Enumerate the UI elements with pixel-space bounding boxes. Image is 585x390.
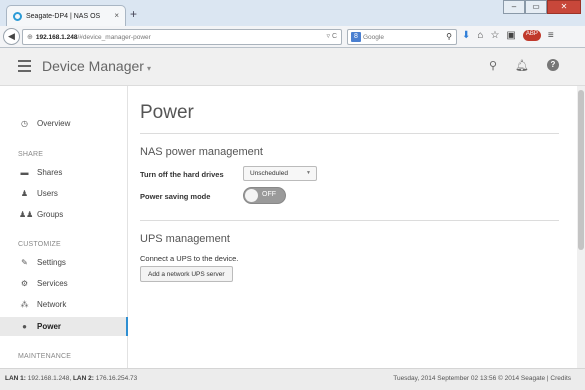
- lan-info: LAN 1: 192.168.1.248, LAN 2: 176.16.254.…: [5, 375, 137, 382]
- sidebar-item-network[interactable]: ⁂ Network: [0, 295, 128, 314]
- page-title: Power: [140, 102, 194, 123]
- sidebar-item-settings[interactable]: ✎ Settings: [0, 253, 128, 272]
- back-button[interactable]: ◀: [3, 28, 20, 45]
- browser-window: Seagate-DP4 | NAS OS × + – ▭ ✕ ◀ ⊕ 192.1…: [0, 0, 585, 390]
- sidebar-item-services[interactable]: ⚙ Services: [0, 274, 128, 293]
- ups-description: Connect a UPS to the device.: [140, 254, 239, 263]
- help-icon[interactable]: ?: [547, 59, 559, 71]
- download-icon[interactable]: ⬇: [462, 30, 470, 41]
- clock-icon: ◷: [21, 119, 28, 128]
- menu-icon[interactable]: ≡: [548, 30, 554, 41]
- sidebar-item-groups[interactable]: ♟♟ Groups: [0, 205, 128, 224]
- tab-bar: Seagate-DP4 | NAS OS × + – ▭ ✕: [0, 0, 585, 26]
- turn-off-drives-select[interactable]: Unscheduled ▼: [243, 166, 317, 181]
- group-icon: ♟♟: [19, 210, 34, 219]
- scrollbar[interactable]: [577, 86, 585, 368]
- adblock-icon[interactable]: ABP: [522, 30, 541, 41]
- bell-icon[interactable]: 🔔︎: [515, 59, 529, 72]
- toggle-state: OFF: [262, 191, 276, 198]
- sidebar-item-label: Services: [37, 279, 68, 288]
- divider: [140, 220, 559, 221]
- app-title-text: Device Manager: [42, 58, 144, 74]
- site-info-icon[interactable]: ⊕: [27, 33, 33, 41]
- search-icon[interactable]: ⚲: [489, 59, 497, 72]
- search-bar[interactable]: 8 Google ⚲: [347, 29, 457, 45]
- page-body: ◷ Overview SHARE ▬ Shares ♟ Users ♟♟ Gro…: [0, 86, 585, 368]
- url-path: /#device_manager-power: [77, 33, 151, 41]
- copyright-credits[interactable]: © 2014 Seagate | Credits: [498, 375, 571, 382]
- sidebar-item-power[interactable]: ● Power: [0, 317, 128, 336]
- chevron-down-icon: ▼: [306, 170, 311, 176]
- section-maintenance-heading: MAINTENANCE: [18, 353, 72, 360]
- datetime: Tuesday, 2014 September 02 13:56: [393, 375, 497, 382]
- power-saving-label: Power saving mode: [140, 192, 211, 201]
- lan2-value: 176.16.254.73: [95, 375, 138, 382]
- search-icon[interactable]: ⚲: [446, 32, 452, 41]
- wrench-icon: ✎: [21, 258, 28, 267]
- reload-icon[interactable]: ▿ C: [326, 32, 337, 40]
- minimize-button[interactable]: –: [503, 0, 525, 14]
- sidebar-item-overview[interactable]: ◷ Overview: [0, 114, 128, 133]
- sidebar-item-label: Groups: [37, 210, 64, 219]
- power-saving-toggle[interactable]: OFF: [243, 187, 286, 204]
- bookmark-star-icon[interactable]: ☆: [490, 30, 499, 41]
- sidebar-item-shares[interactable]: ▬ Shares: [0, 163, 128, 182]
- browser-tab[interactable]: Seagate-DP4 | NAS OS ×: [6, 5, 126, 26]
- network-icon: ⁂: [20, 300, 29, 309]
- footer-right: Tuesday, 2014 September 02 13:56 © 2014 …: [393, 375, 571, 382]
- maximize-button[interactable]: ▭: [525, 0, 547, 14]
- sidebar-item-label: Power: [37, 322, 62, 331]
- header-icons: ⚲ 🔔︎ ?: [489, 59, 559, 72]
- section-customize-heading: CUSTOMIZE: [18, 241, 61, 248]
- address-bar[interactable]: ⊕ 192.168.1.248 /#device_manager-power ▿…: [22, 29, 342, 45]
- url-host: 192.168.1.248: [35, 33, 78, 41]
- ups-heading: UPS management: [140, 233, 230, 245]
- sidebar: ◷ Overview SHARE ▬ Shares ♟ Users ♟♟ Gro…: [0, 86, 128, 368]
- clipboard-icon[interactable]: ▣: [506, 30, 515, 41]
- window-controls: – ▭ ✕: [503, 0, 581, 14]
- section-share-heading: SHARE: [18, 151, 44, 158]
- home-icon[interactable]: ⌂: [477, 30, 483, 41]
- turn-off-drives-label: Turn off the hard drives: [140, 170, 224, 179]
- select-value: Unscheduled: [250, 170, 288, 177]
- sidebar-item-users[interactable]: ♟ Users: [0, 184, 128, 203]
- lan1-label: LAN 1:: [5, 375, 26, 382]
- scrollbar-thumb[interactable]: [578, 90, 584, 250]
- hamburger-menu-icon[interactable]: [18, 60, 31, 75]
- close-window-button[interactable]: ✕: [547, 0, 581, 14]
- tab-title: Seagate-DP4 | NAS OS: [26, 12, 101, 20]
- divider: [140, 133, 559, 134]
- sidebar-item-label: Settings: [37, 258, 66, 267]
- sidebar-item-label: Network: [37, 300, 67, 309]
- toolbar-icons: ⬇ ⌂ ☆ ▣ ABP ≡: [462, 30, 554, 41]
- add-ups-server-button[interactable]: Add a network UPS server: [140, 266, 233, 282]
- status-footer: LAN 1: 192.168.1.248, LAN 2: 176.16.254.…: [0, 368, 585, 390]
- new-tab-button[interactable]: +: [130, 8, 137, 20]
- search-placeholder: Google: [363, 33, 384, 41]
- lan2-label: LAN 2:: [72, 375, 94, 382]
- app-header: Device Manager ▾ ⚲ 🔔︎ ?: [0, 48, 585, 86]
- lightbulb-icon: ●: [22, 322, 27, 331]
- app-title[interactable]: Device Manager ▾: [42, 58, 151, 74]
- toggle-knob: [245, 189, 258, 202]
- lan1-value: 192.168.1.248,: [27, 375, 72, 382]
- nas-power-heading: NAS power management: [140, 146, 263, 158]
- folder-icon: ▬: [20, 168, 29, 177]
- sidebar-item-label: Overview: [37, 119, 71, 128]
- chevron-down-icon: ▾: [146, 64, 151, 73]
- navigation-bar: ◀ ⊕ 192.168.1.248 /#device_manager-power…: [0, 26, 585, 48]
- seagate-favicon-icon: [13, 11, 22, 21]
- tab-close-icon[interactable]: ×: [114, 11, 119, 20]
- user-icon: ♟: [20, 189, 29, 198]
- sidebar-item-label: Users: [37, 189, 58, 198]
- sidebar-item-label: Shares: [37, 168, 63, 177]
- google-engine-icon[interactable]: 8: [351, 32, 361, 42]
- main-content: Power NAS power management Turn off the …: [140, 86, 560, 368]
- gears-icon: ⚙: [20, 279, 29, 288]
